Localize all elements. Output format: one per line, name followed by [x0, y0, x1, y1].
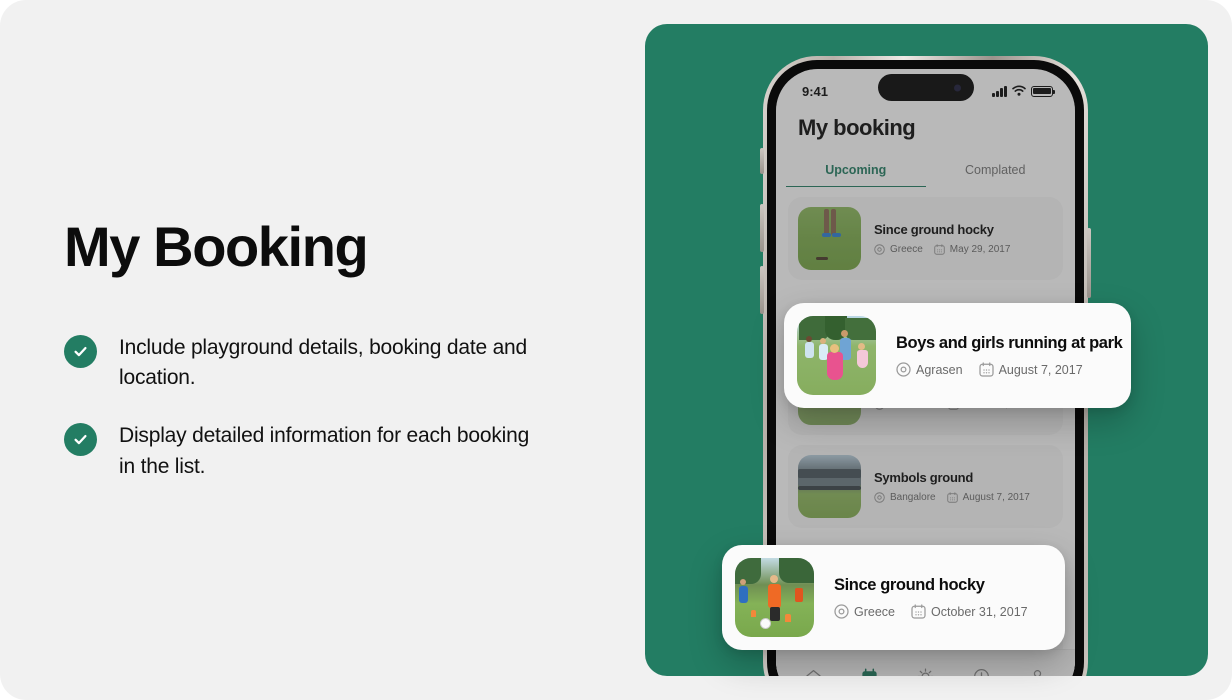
booking-date: August 7, 2017 [946, 492, 1030, 503]
bullet-text: Include playground details, booking date… [119, 335, 528, 389]
status-bar: 9:41 [776, 69, 1075, 107]
calendar-icon [978, 362, 994, 377]
front-camera-icon [953, 84, 961, 91]
location-pin-icon [834, 604, 849, 619]
booking-info: Since ground hocky Greece October 31, 20… [834, 576, 1028, 619]
location-pin-icon [874, 492, 885, 503]
screen-title: My booking [798, 115, 916, 140]
booking-meta: Agrasen August 7, 2017 [896, 362, 1118, 377]
booking-location: Bangalore [874, 492, 936, 503]
booking-thumbnail [798, 207, 861, 270]
cellular-signal-icon [992, 85, 1007, 97]
power-button[interactable] [1087, 228, 1091, 298]
volume-down-button[interactable] [760, 266, 764, 314]
booking-meta: Greece May 29, 2017 [874, 244, 1010, 255]
booking-info: Symbols ground Bangalore August 7, 2017 [874, 470, 1030, 503]
dynamic-island [877, 74, 974, 101]
page-title: My Booking [64, 214, 369, 278]
calendar-icon [911, 604, 926, 619]
location-pin-icon [874, 244, 885, 255]
booking-thumbnail [798, 455, 861, 518]
left-content-column: My Booking Include playground details, b… [64, 0, 604, 700]
booking-date: May 29, 2017 [934, 244, 1010, 255]
booking-info: Since ground hocky Greece May 29, 2017 [874, 222, 1010, 255]
booking-location: Agrasen [896, 362, 963, 377]
list-item[interactable]: Symbols ground Bangalore August 7, 2017 [788, 445, 1063, 528]
booking-tabs: Upcoming Complated [776, 163, 1075, 187]
calendar-icon [934, 244, 945, 255]
tabbar-profile-icon[interactable] [1028, 667, 1047, 676]
tabbar-info-icon[interactable] [972, 667, 991, 676]
check-circle-icon [64, 423, 97, 457]
wifi-icon [1012, 84, 1026, 99]
booking-thumbnail [735, 558, 814, 637]
booking-title: Boys and girls running at park [896, 334, 1123, 352]
location-pin-icon [896, 362, 911, 377]
battery-icon [1031, 85, 1056, 97]
booking-title: Since ground hocky [834, 576, 985, 594]
status-time: 9:41 [802, 83, 829, 99]
booking-date: October 31, 2017 [911, 604, 1028, 619]
silent-switch[interactable] [760, 148, 764, 174]
highlight-card-featured[interactable]: Boys and girls running at park Agrasen A… [784, 303, 1131, 408]
booking-title: Since ground hocky [874, 222, 994, 237]
volume-up-button[interactable] [760, 204, 764, 252]
booking-thumbnail [797, 316, 876, 395]
booking-meta: Greece October 31, 2017 [834, 604, 1028, 619]
booking-location: Greece [834, 604, 895, 619]
list-item[interactable]: Since ground hocky Greece May 29, 2017 [788, 197, 1063, 280]
bottom-tab-bar [776, 649, 1075, 676]
showcase-panel: 9:41 My booking Upcoming Complated Since… [645, 24, 1208, 676]
tabbar-home-icon[interactable] [804, 667, 823, 676]
booking-date: August 7, 2017 [978, 362, 1083, 377]
slide-root: My Booking Include playground details, b… [0, 0, 1232, 700]
bullet-text: Display detailed information for each bo… [119, 424, 530, 478]
tab-upcoming[interactable]: Upcoming [786, 163, 926, 187]
tabbar-calendar-icon[interactable] [860, 667, 879, 676]
booking-meta: Bangalore August 7, 2017 [874, 492, 1030, 503]
booking-title: Symbols ground [874, 470, 974, 485]
highlight-card-secondary[interactable]: Since ground hocky Greece October 31, 20… [722, 545, 1065, 650]
booking-location: Greece [874, 244, 923, 255]
booking-info: Boys and girls running at park Agrasen A… [896, 334, 1123, 377]
list-item: Display detailed information for each bo… [64, 421, 604, 482]
check-circle-icon [64, 334, 97, 368]
list-item: Include playground details, booking date… [64, 333, 604, 394]
tabbar-brightness-icon[interactable] [916, 667, 935, 676]
feature-bullet-list: Include playground details, booking date… [64, 333, 604, 483]
tab-complated[interactable]: Complated [926, 163, 1066, 187]
status-indicators [992, 84, 1056, 99]
calendar-icon [946, 492, 958, 503]
